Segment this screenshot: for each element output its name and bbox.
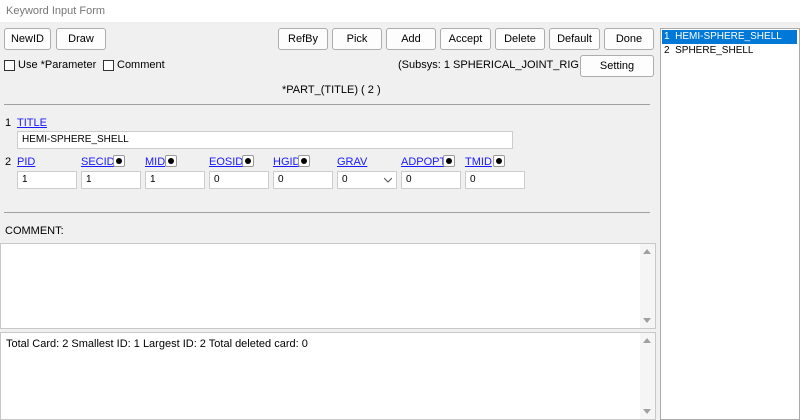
divider (4, 104, 650, 105)
secid-pick-icon[interactable] (113, 155, 125, 167)
divider (4, 212, 650, 213)
secid-input[interactable]: 1 (81, 171, 141, 189)
status-scrollbar[interactable] (640, 333, 655, 419)
list-item-number: 2 (664, 45, 670, 56)
list-item[interactable]: 1 HEMI-SPHERE_SHELL (662, 30, 797, 44)
list-item[interactable]: 2 SPHERE_SHELL (662, 44, 797, 58)
comment-label: Comment (117, 59, 165, 71)
accept-button[interactable]: Accept (440, 28, 491, 50)
delete-button[interactable]: Delete (495, 28, 545, 50)
list-item-name: HEMI-SPHERE_SHELL (675, 31, 782, 42)
add-button[interactable]: Add (386, 28, 436, 50)
keyword-form: NewID Draw RefBy Pick Add Accept Delete … (0, 22, 656, 420)
done-button[interactable]: Done (604, 28, 654, 50)
comment-textarea[interactable] (0, 243, 656, 329)
pick-button[interactable]: Pick (332, 28, 382, 50)
use-parameter-label: Use *Parameter (18, 59, 97, 71)
comment-checkbox[interactable]: Comment (103, 59, 165, 71)
pid-field-label[interactable]: PID (17, 156, 35, 168)
keyword-title: *PART_(TITLE) ( 2 ) (282, 84, 381, 96)
mid-input[interactable]: 1 (145, 171, 205, 189)
status-text: Total Card: 2 Smallest ID: 1 Largest ID:… (6, 338, 308, 350)
title-field-label[interactable]: TITLE (17, 117, 47, 129)
card1-row-number: 1 (5, 117, 12, 129)
checkbox-box[interactable] (4, 59, 15, 71)
scroll-down-icon[interactable] (643, 409, 651, 414)
refby-button[interactable]: RefBy (278, 28, 328, 50)
list-item-number: 1 (664, 31, 670, 42)
scroll-down-icon[interactable] (643, 318, 651, 323)
title-input[interactable]: HEMI-SPHERE_SHELL (17, 131, 513, 149)
grav-select[interactable]: 0 (337, 171, 397, 189)
default-button[interactable]: Default (549, 28, 600, 50)
eosid-pick-icon[interactable] (242, 155, 254, 167)
mid-pick-icon[interactable] (165, 155, 177, 167)
adpopt-field-label[interactable]: ADPOPT (401, 156, 446, 168)
adpopt-input[interactable]: 0 (401, 171, 461, 189)
pid-input[interactable]: 1 (17, 171, 77, 189)
scroll-up-icon[interactable] (643, 338, 651, 343)
tmid-field-label[interactable]: TMID (465, 156, 492, 168)
newid-button[interactable]: NewID (4, 28, 51, 50)
hgid-field-label[interactable]: HGID (273, 156, 301, 168)
draw-button[interactable]: Draw (56, 28, 106, 50)
grav-select-value: 0 (342, 174, 348, 185)
keyword-list: 1 HEMI-SPHERE_SHELL 2 SPHERE_SHELL (660, 28, 800, 420)
hgid-pick-icon[interactable] (298, 155, 310, 167)
eosid-field-label[interactable]: EOSID (209, 156, 243, 168)
tmid-input[interactable]: 0 (465, 171, 525, 189)
tmid-pick-icon[interactable] (493, 155, 505, 167)
chevron-down-icon (384, 177, 392, 183)
card2-row-number: 2 (5, 156, 12, 168)
list-item-name: SPHERE_SHELL (675, 45, 754, 56)
use-parameter-checkbox[interactable]: Use *Parameter (4, 59, 96, 71)
status-panel: Total Card: 2 Smallest ID: 1 Largest ID:… (0, 332, 656, 420)
hgid-input[interactable]: 0 (273, 171, 333, 189)
subsys-label: (Subsys: 1 SPHERICAL_JOINT_RIGID.k) (398, 59, 603, 71)
eosid-input[interactable]: 0 (209, 171, 269, 189)
comment-scrollbar[interactable] (640, 244, 655, 328)
mid-field-label[interactable]: MID (145, 156, 165, 168)
secid-field-label[interactable]: SECID (81, 156, 115, 168)
window-title: Keyword Input Form (0, 0, 800, 22)
adpopt-pick-icon[interactable] (443, 155, 455, 167)
setting-button[interactable]: Setting (580, 55, 654, 77)
comment-section-label: COMMENT: (5, 225, 64, 237)
checkbox-box[interactable] (103, 59, 114, 71)
grav-field-label[interactable]: GRAV (337, 156, 367, 168)
scroll-up-icon[interactable] (643, 249, 651, 254)
